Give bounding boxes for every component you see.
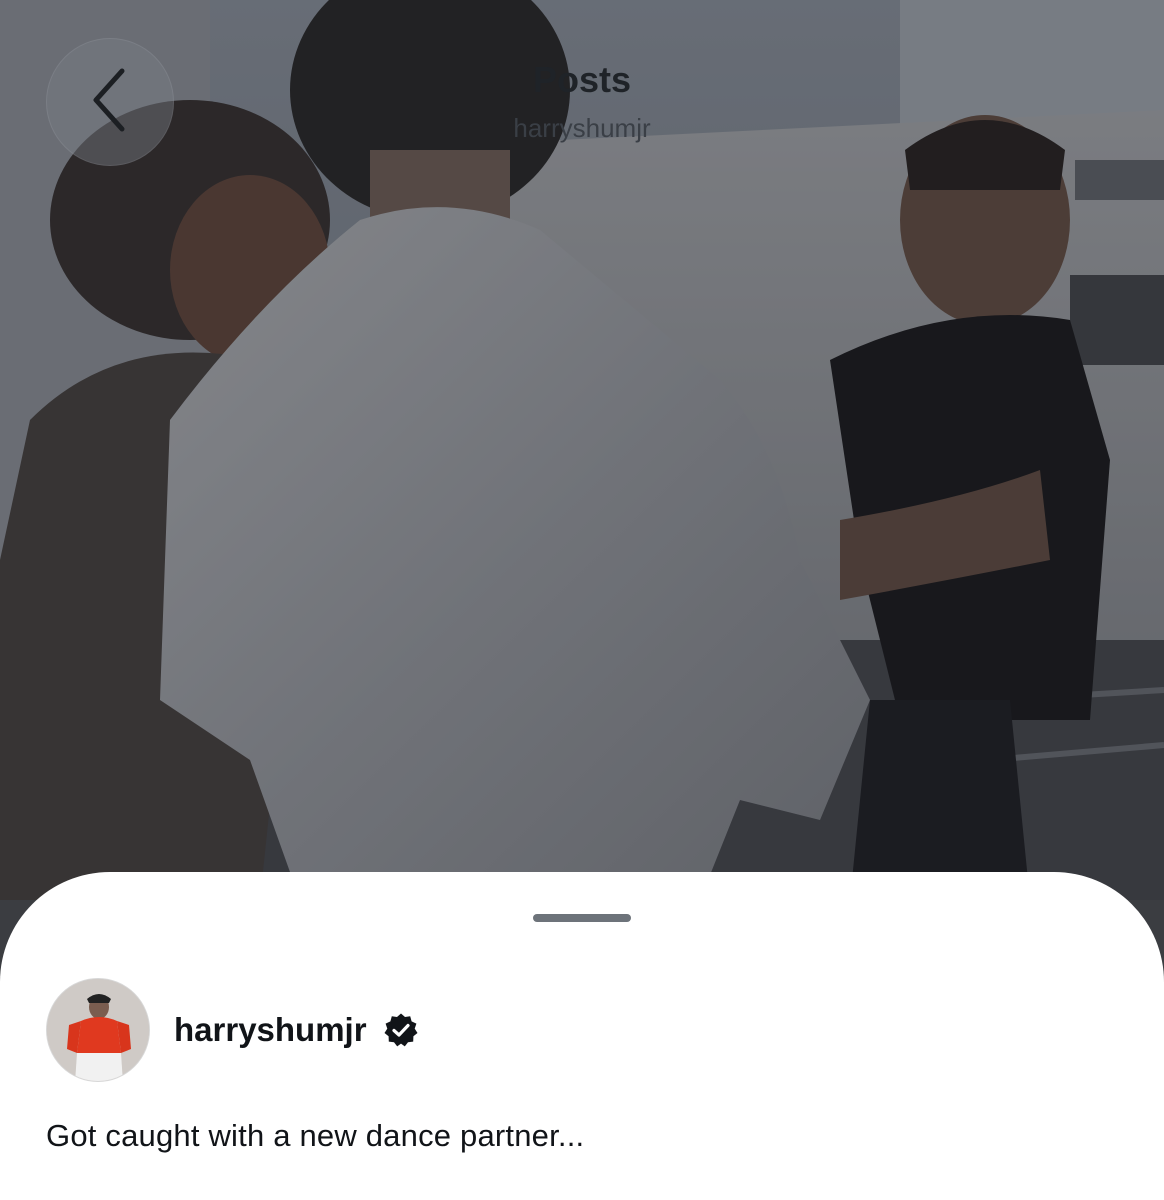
post-caption: Got caught with a new dance partner... <box>46 1118 585 1153</box>
post-details-sheet: harryshumjr Got caught with a new dance … <box>0 872 1164 1200</box>
header-titles: Posts harryshumjr <box>0 58 1164 144</box>
username[interactable]: harryshumjr <box>174 1011 367 1049</box>
page-title: Posts <box>532 59 632 100</box>
author-row: harryshumjr <box>46 978 419 1082</box>
verified-badge-icon <box>383 1012 419 1048</box>
avatar[interactable] <box>46 978 150 1082</box>
sheet-drag-handle[interactable] <box>533 914 631 922</box>
page-subtitle[interactable]: harryshumjr <box>0 112 1164 144</box>
post-viewer-screen: Posts harryshumjr harryshumjr Got caught… <box>0 0 1164 1200</box>
